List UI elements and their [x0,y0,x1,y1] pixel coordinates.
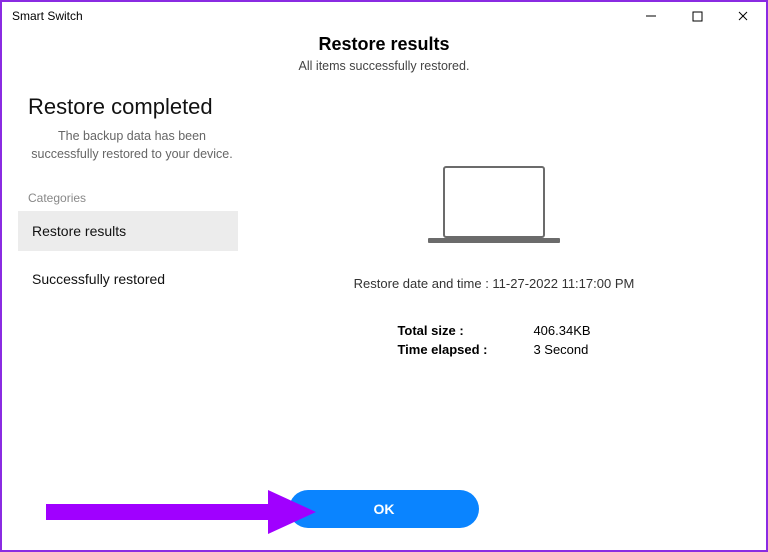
stat-label: Time elapsed : [397,342,493,357]
ok-button[interactable]: OK [289,490,479,528]
minimize-icon [645,10,657,22]
restore-date-prefix: Restore date and time : [354,276,493,291]
sidebar-heading: Restore completed [28,94,236,120]
minimize-button[interactable] [628,2,674,30]
maximize-icon [692,11,703,22]
sidebar: Restore completed The backup data has be… [2,34,242,550]
close-icon [737,10,749,22]
close-button[interactable] [720,2,766,30]
window-title: Smart Switch [12,9,83,23]
stat-value: 3 Second [533,342,588,357]
sidebar-description: The backup data has been successfully re… [28,128,236,163]
restore-date-line: Restore date and time : 11-27-2022 11:17… [354,276,635,291]
stat-label: Total size : [397,323,493,338]
maximize-button[interactable] [674,2,720,30]
footer: OK [2,490,766,528]
window-controls [628,2,766,30]
category-label: Successfully restored [32,271,165,287]
content-area: Restore completed The backup data has be… [2,30,766,550]
stat-total-size: Total size : 406.34KB [397,323,590,338]
titlebar: Smart Switch [2,2,766,30]
category-restore-results[interactable]: Restore results [18,211,238,251]
category-label: Restore results [32,223,126,239]
stat-time-elapsed: Time elapsed : 3 Second [397,342,590,357]
category-successfully-restored[interactable]: Successfully restored [28,259,236,299]
page-header: Restore results All items successfully r… [2,34,766,73]
stat-value: 406.34KB [533,323,590,338]
restore-date-value: 11-27-2022 11:17:00 PM [492,276,634,291]
app-window: Smart Switch Restore results All items s… [0,0,768,552]
main-area: Restore date and time : 11-27-2022 11:17… [242,34,766,550]
categories-label: Categories [28,191,236,205]
page-title: Restore results [2,34,766,55]
laptop-icon [414,162,574,252]
stats-block: Total size : 406.34KB Time elapsed : 3 S… [397,323,590,357]
page-subtitle: All items successfully restored. [2,59,766,73]
